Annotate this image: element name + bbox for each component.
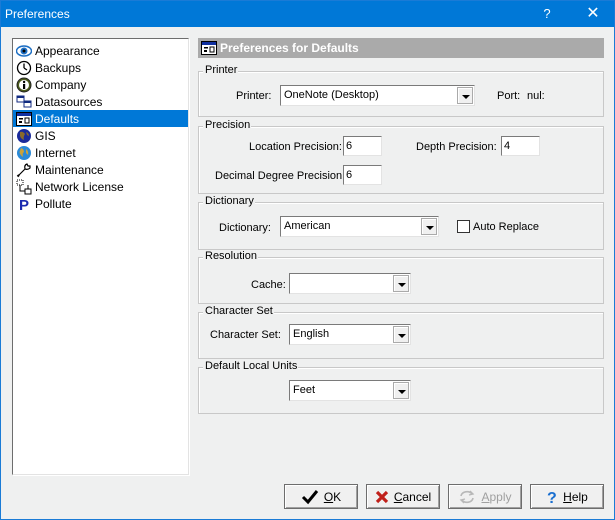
sidebar-item-label: Network License <box>35 179 124 194</box>
group-label: Precision <box>203 119 252 131</box>
sidebar-item-datasources[interactable]: Datasources <box>13 93 188 110</box>
chevron-down-icon[interactable] <box>393 326 409 343</box>
chevron-down-icon[interactable] <box>457 87 473 104</box>
section-header: Preferences for Defaults <box>198 38 604 58</box>
location-precision-label: Location Precision: <box>249 141 342 153</box>
title-bar: Preferences ? ✕ <box>1 1 614 27</box>
default-local-units-group: Default Local Units Feet <box>198 360 604 414</box>
window-title: Preferences <box>5 7 70 21</box>
help-button[interactable]: ? Help <box>530 484 604 509</box>
printer-group: Printer Printer: OneNote (Desktop) Port:… <box>198 64 604 117</box>
sidebar-item-label: Backups <box>35 60 82 75</box>
chevron-down-icon[interactable] <box>421 218 437 235</box>
printer-label: Printer: <box>236 90 272 102</box>
dictionary-select[interactable]: American <box>280 216 439 237</box>
eye-icon <box>16 43 32 59</box>
precision-group: Precision Location Precision: 6 Depth Pr… <box>198 119 604 194</box>
sidebar-item-maintenance[interactable]: Maintenance <box>13 161 188 178</box>
depth-precision-input[interactable]: 4 <box>501 136 540 156</box>
units-select[interactable]: Feet <box>289 380 411 401</box>
sidebar-item-internet[interactable]: Internet <box>13 144 188 161</box>
port-value: nul: <box>527 90 545 102</box>
decimal-degree-precision-input[interactable]: 6 <box>343 165 382 185</box>
resolution-group: Resolution Cache: <box>198 250 604 304</box>
section-title: Preferences for Defaults <box>220 41 359 55</box>
sidebar-item-label: Pollute <box>35 196 72 211</box>
help-button-label: Help <box>563 489 588 504</box>
svg-text:?: ? <box>547 490 557 505</box>
sidebar-item-label: Appearance <box>35 43 100 58</box>
port-label: Port: <box>497 90 521 102</box>
preferences-dialog: Preferences ? ✕ Appearance Backups Compa… <box>0 0 615 520</box>
character-set-select-value: English <box>293 328 330 340</box>
sidebar-item-label: Internet <box>35 145 76 160</box>
sidebar-item-label: Company <box>35 77 87 92</box>
windows-icon <box>16 94 32 110</box>
character-set-group: Character Set Character Set: English <box>198 305 604 359</box>
info-icon <box>16 77 32 93</box>
printer-select-value: OneNote (Desktop) <box>284 89 379 101</box>
globe-icon <box>16 128 32 144</box>
group-label: Resolution <box>203 250 258 262</box>
ok-button[interactable]: OK <box>284 484 358 509</box>
internet-globe-icon <box>16 145 32 161</box>
defaults-icon <box>16 111 32 127</box>
apply-button-label: Apply <box>481 489 512 504</box>
category-list[interactable]: Appearance Backups Company Datasources D… <box>12 38 189 475</box>
group-label: Dictionary <box>203 195 255 207</box>
refresh-icon <box>458 489 476 505</box>
character-set-label: Character Set: <box>210 329 281 341</box>
dictionary-select-value: American <box>284 220 331 232</box>
svg-text:P: P <box>19 197 29 212</box>
sidebar-item-pollute[interactable]: P Pollute <box>13 195 188 212</box>
sidebar-item-label: GIS <box>35 128 56 143</box>
sidebar-item-gis[interactable]: GIS <box>13 127 188 144</box>
question-mark-icon: ? <box>546 489 558 505</box>
sidebar-item-company[interactable]: Company <box>13 76 188 93</box>
group-label: Printer <box>203 64 239 76</box>
checkmark-icon <box>301 489 319 505</box>
printer-select[interactable]: OneNote (Desktop) <box>280 85 475 106</box>
cache-select[interactable] <box>289 273 411 294</box>
sidebar-item-label: Defaults <box>35 111 80 126</box>
auto-replace-label[interactable]: Auto Replace <box>473 221 539 233</box>
chevron-down-icon[interactable] <box>393 382 409 399</box>
close-button[interactable]: ✕ <box>573 1 613 27</box>
sidebar-item-label: Maintenance <box>35 162 104 177</box>
dictionary-group: Dictionary Dictionary: American Auto Rep… <box>198 195 604 250</box>
depth-precision-label: Depth Precision: <box>416 141 497 153</box>
sidebar-item-label: Datasources <box>35 94 103 109</box>
chevron-down-icon[interactable] <box>393 275 409 292</box>
units-select-value: Feet <box>293 384 316 396</box>
defaults-icon <box>201 40 217 56</box>
group-label: Character Set <box>203 305 274 317</box>
sidebar-item-network-license[interactable]: Network License <box>13 178 188 195</box>
x-cancel-icon <box>375 490 389 504</box>
clock-icon <box>16 60 32 76</box>
p-letter-icon: P <box>16 196 32 212</box>
network-icon <box>16 179 32 195</box>
ok-button-label: OK <box>323 489 342 504</box>
location-precision-input[interactable]: 6 <box>343 136 382 156</box>
auto-replace-checkbox[interactable] <box>457 220 470 233</box>
decimal-degree-precision-label: Decimal Degree Precision: <box>215 170 346 182</box>
wrench-icon <box>16 162 32 178</box>
cancel-button-label: Cancel <box>393 489 432 504</box>
sidebar-item-defaults[interactable]: Defaults <box>13 110 188 127</box>
sidebar-item-backups[interactable]: Backups <box>13 59 188 76</box>
cancel-button[interactable]: Cancel <box>366 484 440 509</box>
character-set-select[interactable]: English <box>289 324 411 345</box>
title-help-button[interactable]: ? <box>534 1 560 27</box>
apply-button[interactable]: Apply <box>448 484 522 509</box>
dictionary-label: Dictionary: <box>219 222 271 234</box>
sidebar-item-appearance[interactable]: Appearance <box>13 42 188 59</box>
cache-label: Cache: <box>251 279 286 291</box>
group-label: Default Local Units <box>203 360 299 372</box>
